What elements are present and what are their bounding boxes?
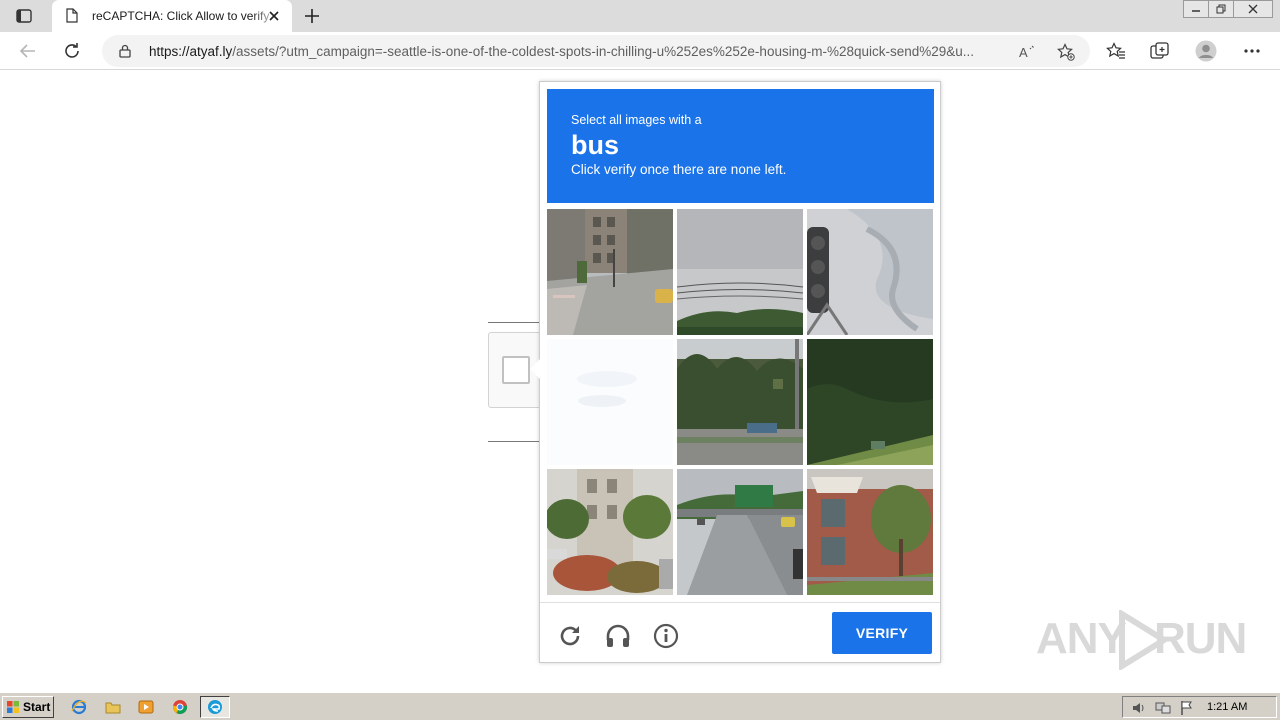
address-bar[interactable]: https://atyaf.ly/assets/?utm_campaign=-s…	[102, 35, 1090, 67]
flag-icon[interactable]	[1179, 700, 1195, 716]
add-favorite-icon[interactable]	[1056, 42, 1076, 62]
volume-icon[interactable]	[1131, 700, 1147, 716]
minimize-button[interactable]	[1183, 0, 1209, 18]
refresh-icon[interactable]	[61, 40, 83, 62]
edge-icon	[208, 700, 222, 714]
prompt-line3: Click verify once there are none left.	[571, 162, 787, 177]
windows-flag-icon	[7, 701, 19, 713]
read-aloud-icon[interactable]: A	[1018, 42, 1038, 62]
system-tray: 1:21 AM	[1122, 696, 1277, 718]
target-word: bus	[571, 130, 620, 160]
tab-strip: reCAPTCHA: Click Allow to verify	[0, 0, 1280, 32]
image-tile-1[interactable]	[547, 209, 673, 335]
image-tile-8[interactable]	[677, 469, 803, 595]
media-player-icon[interactable]	[137, 698, 155, 716]
document-icon	[66, 8, 78, 23]
reload-icon[interactable]	[556, 622, 584, 650]
headphones-icon[interactable]	[604, 622, 632, 650]
restore-button[interactable]	[1208, 0, 1234, 18]
clock: 1:21 AM	[1207, 701, 1248, 713]
ie-icon[interactable]	[70, 698, 88, 716]
image-tile-3[interactable]	[807, 209, 933, 335]
captcha-header: Select all images with a bus Click verif…	[547, 89, 934, 203]
taskbar: Start 1:21 AM	[0, 692, 1280, 720]
image-tile-2[interactable]	[677, 209, 803, 335]
anyrun-watermark: ANY RUN	[1036, 608, 1247, 672]
collections-icon[interactable]	[1149, 40, 1171, 62]
watermark-text-left: ANY	[1036, 614, 1127, 663]
more-icon[interactable]	[1241, 40, 1263, 62]
image-tile-5[interactable]	[677, 339, 803, 465]
tab-actions-icon[interactable]	[8, 5, 40, 27]
prompt-line1: Select all images with a	[571, 113, 702, 127]
image-tile-9[interactable]	[807, 469, 933, 595]
footer-divider	[540, 602, 940, 603]
network-icon[interactable]	[1155, 700, 1171, 716]
browser-tab[interactable]: reCAPTCHA: Click Allow to verify	[52, 0, 292, 32]
url-path: /assets/?utm_campaign=-seattle-is-one-of…	[232, 44, 975, 59]
image-grid	[547, 209, 934, 596]
start-button[interactable]: Start	[2, 696, 54, 718]
captcha-challenge: Select all images with a bus Click verif…	[530, 81, 941, 663]
recaptcha-checkbox[interactable]	[502, 356, 530, 384]
window-close-button[interactable]	[1233, 0, 1273, 18]
folder-icon[interactable]	[104, 698, 122, 716]
url-text[interactable]: https://atyaf.ly/assets/?utm_campaign=-s…	[149, 43, 1017, 61]
watermark-text-right: RUN	[1154, 614, 1247, 663]
lock-icon[interactable]	[118, 44, 132, 58]
plus-icon[interactable]	[302, 6, 322, 26]
chrome-icon[interactable]	[171, 698, 189, 716]
start-label: Start	[23, 700, 51, 714]
image-tile-6[interactable]	[807, 339, 933, 465]
profile-icon[interactable]	[1195, 40, 1217, 62]
url-host: https://atyaf.ly	[149, 44, 233, 59]
image-tile-4[interactable]	[547, 339, 673, 465]
browser-toolbar: https://atyaf.ly/assets/?utm_campaign=-s…	[0, 32, 1280, 70]
tab-title: reCAPTCHA: Click Allow to verify	[92, 9, 270, 23]
favorites-icon[interactable]	[1105, 40, 1127, 62]
edge-taskbar-button[interactable]	[200, 696, 230, 718]
divider-line-bottom	[488, 441, 540, 442]
divider-line-top	[488, 322, 540, 323]
close-icon[interactable]	[266, 8, 282, 24]
image-tile-7[interactable]	[547, 469, 673, 595]
callout-arrow	[530, 359, 540, 379]
info-icon[interactable]	[652, 622, 680, 650]
back-arrow-icon[interactable]	[17, 40, 39, 62]
svg-text:A: A	[1019, 45, 1028, 60]
verify-button[interactable]: VERIFY	[832, 612, 932, 654]
